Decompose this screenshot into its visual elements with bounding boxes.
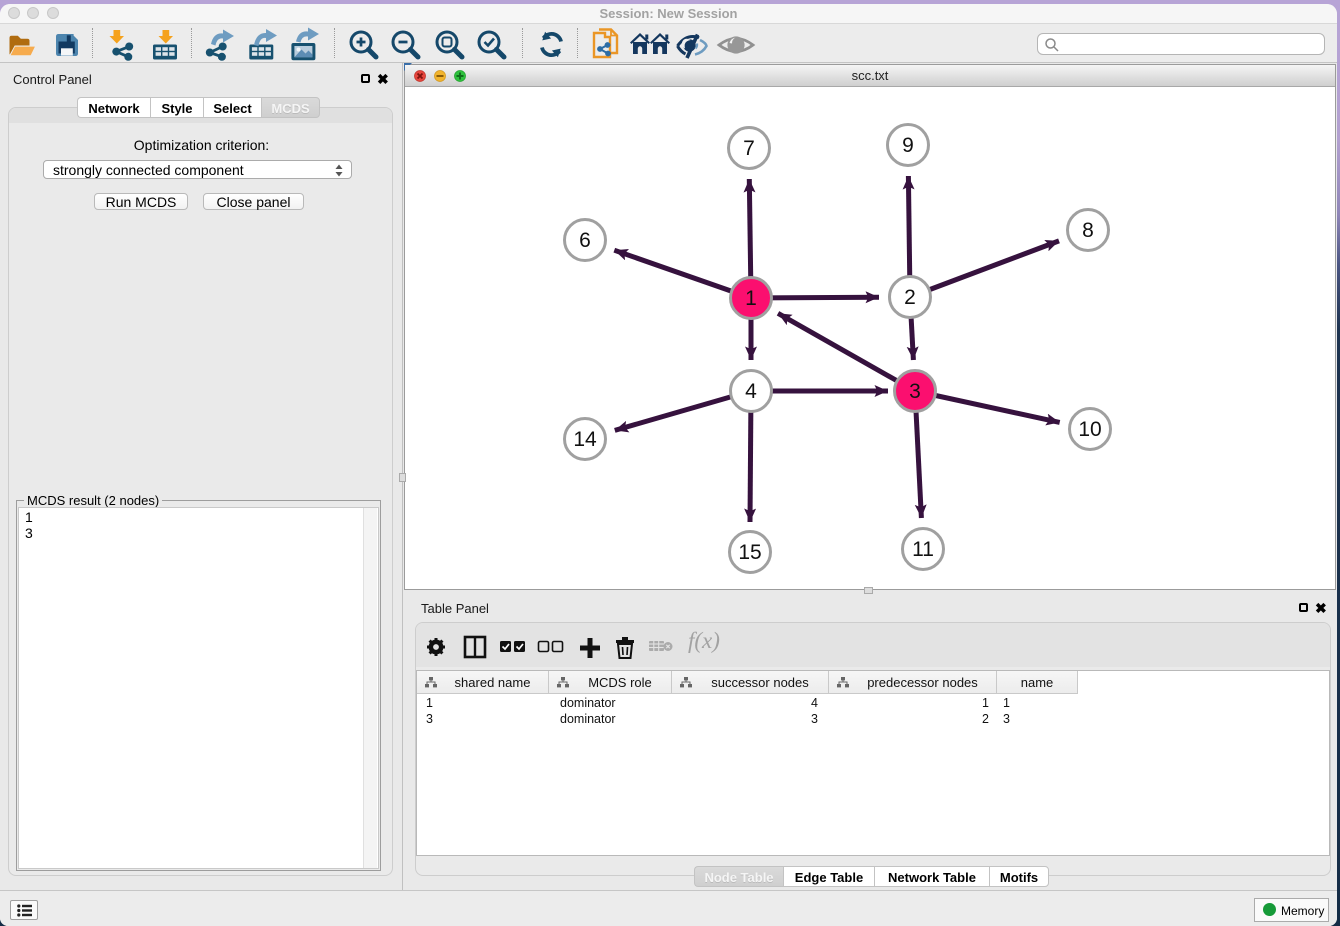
svg-text:11: 11	[912, 538, 934, 561]
svg-text:7: 7	[743, 137, 755, 160]
svg-text:1: 1	[745, 287, 757, 310]
svg-text:2: 2	[904, 286, 916, 309]
svg-text:10: 10	[1078, 418, 1101, 441]
svg-text:3: 3	[909, 380, 921, 403]
svg-text:9: 9	[902, 134, 914, 157]
svg-text:15: 15	[738, 541, 761, 564]
svg-text:4: 4	[745, 380, 757, 403]
svg-text:8: 8	[1082, 219, 1094, 242]
svg-text:14: 14	[573, 428, 597, 451]
svg-text:6: 6	[579, 229, 591, 252]
